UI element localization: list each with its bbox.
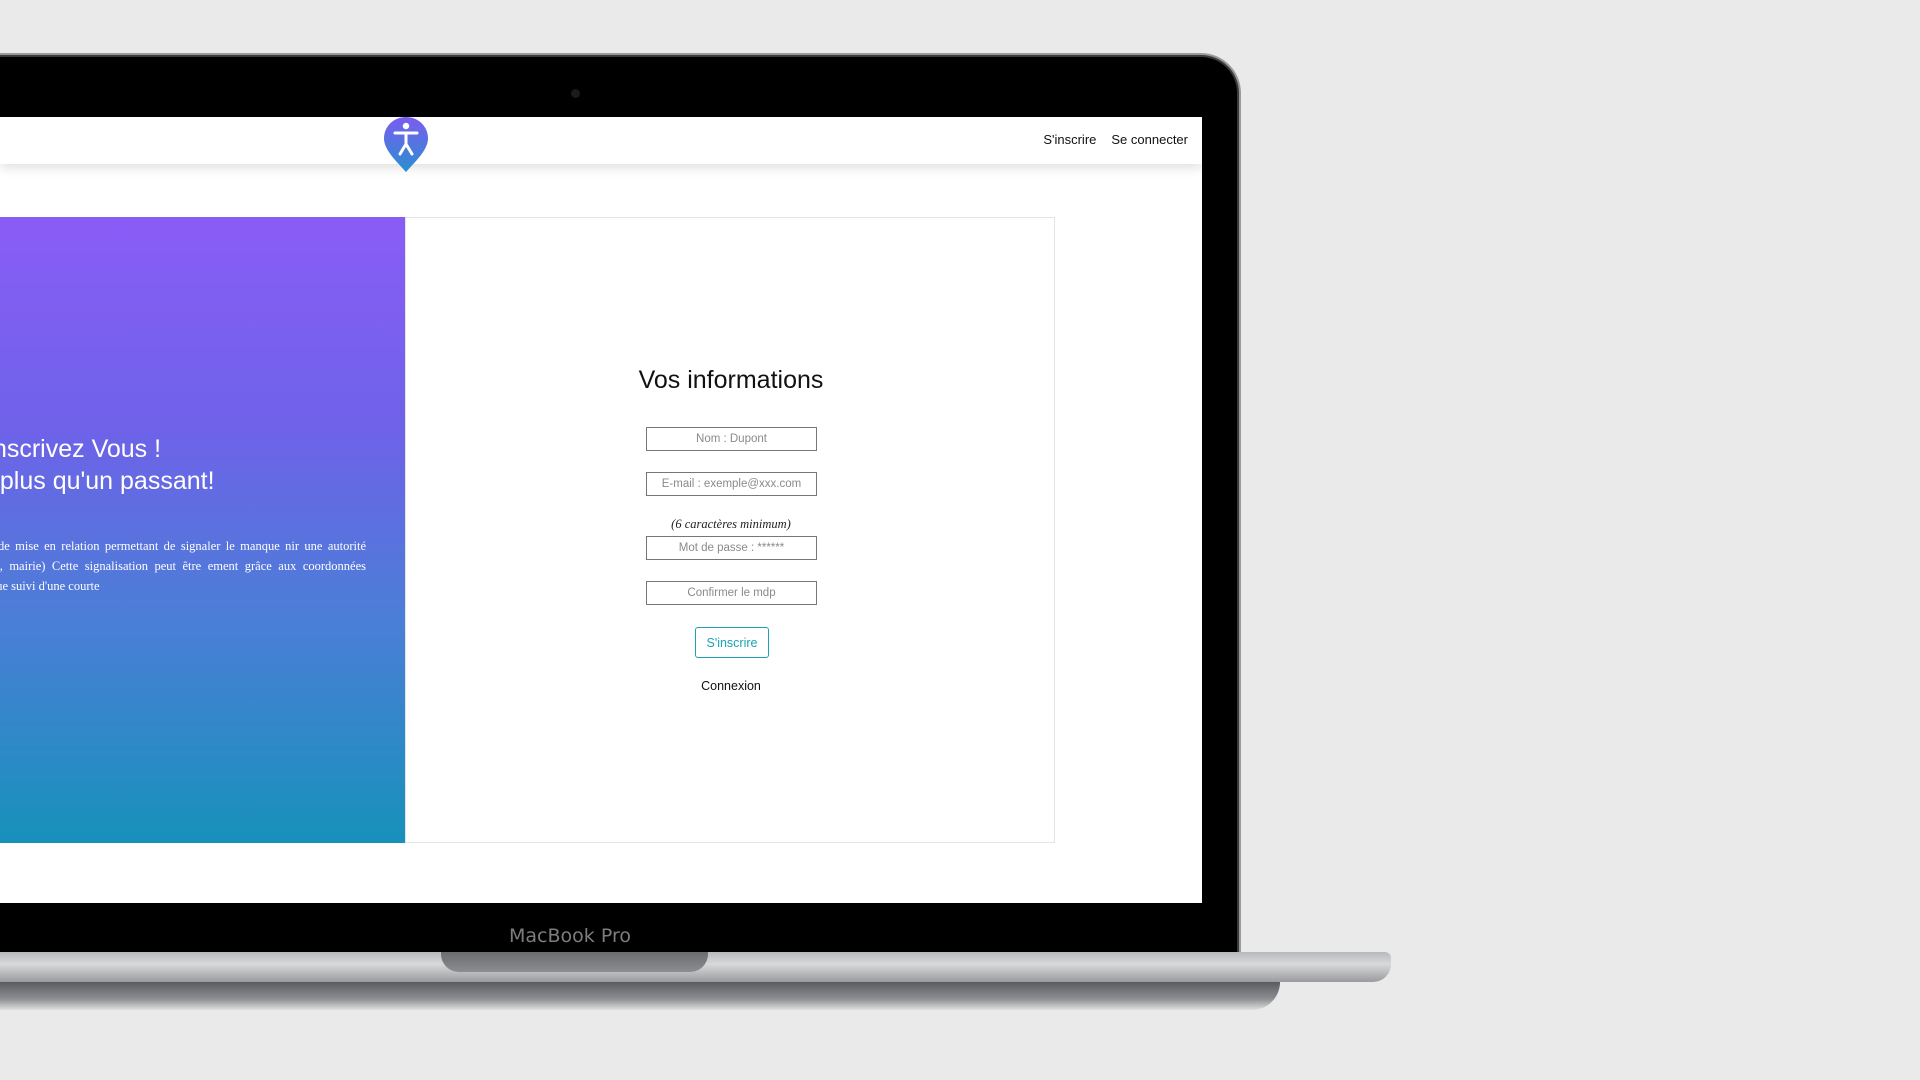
- laptop-notch: [441, 952, 708, 972]
- name-field[interactable]: [646, 427, 817, 451]
- form-title: Vos informations: [638, 366, 824, 394]
- hero-title: Inscrivez Vous ! t plus qu'un passant!: [0, 433, 215, 497]
- password-field[interactable]: [646, 536, 817, 560]
- login-link[interactable]: Connexion: [406, 679, 1056, 693]
- password-hint: (6 caractères minimum): [671, 517, 791, 531]
- nav-login-link[interactable]: Se connecter: [1111, 132, 1188, 147]
- nav-links: S'inscrire Se connecter: [1043, 132, 1188, 147]
- browser-screen: S'inscrire Se connecter Inscrivez Vous !…: [0, 117, 1202, 903]
- stage: S'inscrire Se connecter Inscrivez Vous !…: [0, 0, 1920, 1080]
- confirm-password-field[interactable]: [646, 581, 817, 605]
- signup-button[interactable]: S'inscrire: [695, 627, 769, 658]
- accessibility-pin-icon[interactable]: [383, 117, 429, 173]
- email-field[interactable]: [646, 472, 817, 496]
- nav-signup-link[interactable]: S'inscrire: [1043, 132, 1096, 147]
- device-label: MacBook Pro: [509, 925, 631, 947]
- hero-description: on mobile de mise en relation permettant…: [0, 539, 366, 593]
- hero-title-line1: Inscrivez Vous !: [0, 435, 162, 463]
- top-navbar: S'inscrire Se connecter: [0, 117, 1202, 172]
- laptop-base-bottom: [0, 982, 1280, 1010]
- webcam: [571, 89, 580, 98]
- hero-panel: Inscrivez Vous ! t plus qu'un passant! o…: [0, 217, 405, 843]
- hero-title-line2: t plus qu'un passant!: [0, 467, 215, 495]
- signup-form-card: Vos informations (6 caractères minimum) …: [405, 217, 1055, 843]
